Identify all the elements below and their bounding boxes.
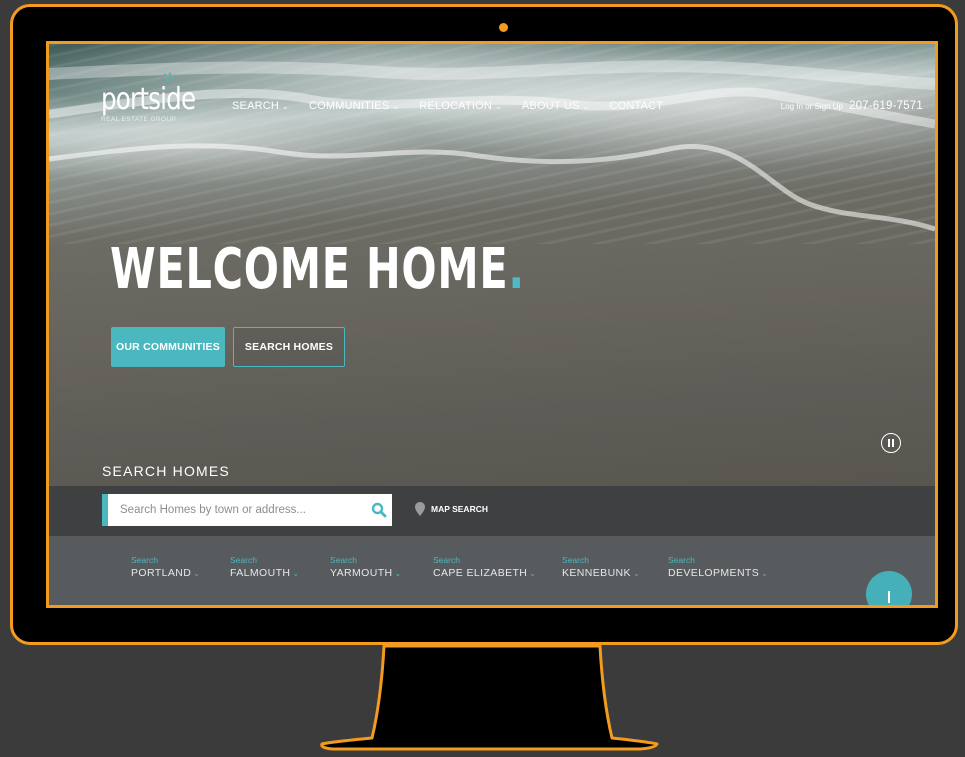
logo-tagline: REAL ESTATE GROUP <box>101 116 177 123</box>
our-communities-button[interactable]: OUR COMMUNITIES <box>111 327 225 367</box>
quick-search-cape-elizabeth[interactable]: Search CAPE ELIZABETH ⌄ <box>433 555 536 579</box>
chevron-down-icon: ⌄ <box>392 101 400 111</box>
map-search-link[interactable]: MAP SEARCH <box>415 502 488 516</box>
main-nav: SEARCH ⌄ COMMUNITIES ⌄ RELOCATION ⌄ ABOUT U… <box>232 100 683 112</box>
site-logo[interactable]: portside REAL ESTATE GROUP <box>101 72 216 123</box>
headline-accent-dot: . <box>508 237 525 302</box>
search-homes-button[interactable]: SEARCH HOMES <box>233 327 345 367</box>
hero-headline: WELCOME HOME. <box>110 237 525 302</box>
quick-search-developments[interactable]: Search DEVELOPMENTS ⌄ <box>668 555 768 579</box>
nav-search[interactable]: SEARCH ⌄ <box>232 100 289 112</box>
search-icon[interactable] <box>366 495 392 525</box>
phone-number-link[interactable]: 207-619-7571 <box>849 100 923 112</box>
chevron-down-icon: ⌄ <box>529 569 537 578</box>
chevron-down-icon: ⌄ <box>761 569 769 578</box>
chevron-down-icon: ⌄ <box>292 569 300 578</box>
quick-search-portland[interactable]: Search PORTLAND ⌄ <box>131 555 200 579</box>
search-input[interactable] <box>108 494 366 526</box>
chevron-down-icon: ⌄ <box>394 569 402 578</box>
map-pin-icon <box>415 502 425 516</box>
nav-communities[interactable]: COMMUNITIES ⌄ <box>309 100 399 112</box>
logo-wordmark: portside <box>101 82 196 117</box>
hero-ocean-background: portside REAL ESTATE GROUP SEARCH ⌄ COMMU… <box>49 44 935 486</box>
pause-video-button[interactable] <box>881 433 901 453</box>
header-utilities: Log In or Sign Up 207-619-7571 <box>781 100 923 112</box>
chevron-down-icon: ⌄ <box>582 101 590 111</box>
quick-search-kennebunk[interactable]: Search KENNEBUNK ⌄ <box>562 555 640 579</box>
website-screen: portside REAL ESTATE GROUP SEARCH ⌄ COMMU… <box>46 41 938 608</box>
webcam-dot <box>499 23 508 32</box>
chevron-down-icon: ⌄ <box>282 101 289 111</box>
quick-search-falmouth[interactable]: Search FALMOUTH ⌄ <box>230 555 299 579</box>
search-section-title: SEARCH HOMES <box>102 463 230 479</box>
nav-relocation[interactable]: RELOCATION ⌄ <box>419 100 502 112</box>
quick-search-yarmouth[interactable]: Search YARMOUTH ⌄ <box>330 555 402 579</box>
login-signup-link[interactable]: Log In or Sign Up <box>781 102 843 111</box>
chevron-down-icon: ⌄ <box>494 101 502 111</box>
arrow-down-icon <box>888 591 890 603</box>
search-box <box>102 494 392 526</box>
chevron-down-icon: ⌄ <box>193 569 201 578</box>
pause-icon <box>887 439 890 447</box>
nav-contact[interactable]: CONTACT <box>609 100 663 112</box>
chevron-down-icon: ⌄ <box>632 569 641 578</box>
quick-search-row: Search PORTLAND ⌄ Search FALMOUTH ⌄ Search… <box>49 536 935 605</box>
nav-about-us[interactable]: ABOUT US ⌄ <box>522 100 590 112</box>
search-bar-strip: MAP SEARCH <box>49 486 935 536</box>
